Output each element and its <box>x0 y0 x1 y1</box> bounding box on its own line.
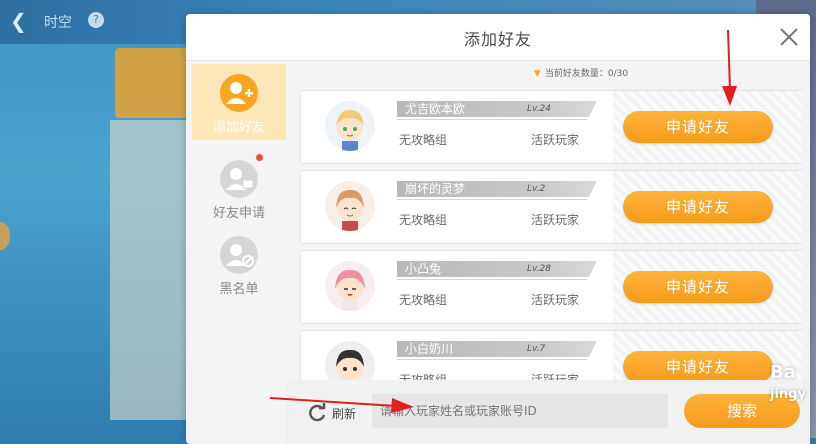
apply-friend-button[interactable]: 申请好友 <box>623 191 773 223</box>
player-name: 尤吉欧本欧 <box>405 102 466 116</box>
sidebar-item-add-friend[interactable]: 添加好友 <box>192 64 286 140</box>
sidebar-item-friend-requests[interactable]: 好友申请 <box>192 150 286 226</box>
annotation-arrow-down <box>722 29 737 106</box>
name-banner: 尤吉欧本欧 Lv.24 <box>397 101 597 117</box>
watermark-logo: Ba jingy <box>770 362 806 402</box>
chevron-down-icon: ▼ <box>533 69 541 79</box>
list-item: 小凸兔 Lv.28 无攻略组 活跃玩家 申请好友 <box>300 250 802 324</box>
player-level: Lv.28 <box>527 264 551 274</box>
divider <box>397 119 587 120</box>
back-arrow-icon: ❮ <box>10 9 27 33</box>
name-banner: 崩坏的灵梦 Lv.2 <box>397 181 597 197</box>
background-panel <box>115 48 195 118</box>
name-banner: 小白奶川 Lv.7 <box>397 341 597 357</box>
list-item: 小白奶川 Lv.7 无攻略组 活跃玩家 申请好友 <box>300 330 802 386</box>
player-group: 无攻略组 <box>399 133 448 147</box>
friend-list[interactable]: 尤吉欧本欧 Lv.24 无攻略组 活跃玩家 申请好友 崩坏的灵梦 Lv.2 无攻… <box>300 86 802 386</box>
divider <box>397 279 587 280</box>
avatar <box>325 101 375 151</box>
sidebar-item-blacklist[interactable]: 黑名单 <box>192 226 286 302</box>
avatar <box>325 181 375 231</box>
background-title: 时空 <box>44 15 72 31</box>
apply-friend-button[interactable]: 申请好友 <box>623 351 773 383</box>
player-status: 活跃玩家 <box>531 133 580 147</box>
player-status: 活跃玩家 <box>531 213 580 227</box>
divider <box>397 199 587 200</box>
sidebar-item-label: 好友申请 <box>212 206 265 221</box>
help-icon: ? <box>88 12 104 28</box>
sidebar-item-label: 黑名单 <box>219 282 259 297</box>
player-group: 无攻略组 <box>399 213 448 227</box>
player-level: Lv.7 <box>527 344 546 354</box>
friend-count-text: 当前好友数量：0/30 <box>544 69 629 79</box>
player-level: Lv.2 <box>527 184 546 194</box>
player-name: 崩坏的灵梦 <box>405 182 466 196</box>
annotation-arrow-right <box>269 397 414 413</box>
notification-badge <box>256 154 263 161</box>
close-icon[interactable] <box>776 24 802 50</box>
friend-count: ▼ 当前好友数量：0/30 <box>486 66 676 79</box>
name-banner: 小凸兔 Lv.28 <box>397 261 597 277</box>
apply-friend-button[interactable]: 申请好友 <box>623 111 773 143</box>
player-name: 小白奶川 <box>405 342 454 356</box>
friend-request-icon <box>220 160 258 198</box>
add-user-icon <box>220 74 258 112</box>
blacklist-icon <box>220 236 258 274</box>
avatar <box>325 261 375 311</box>
player-status: 活跃玩家 <box>531 293 580 307</box>
player-group: 无攻略组 <box>399 293 448 307</box>
player-name: 小凸兔 <box>405 262 442 276</box>
list-item: 崩坏的灵梦 Lv.2 无攻略组 活跃玩家 申请好友 <box>300 170 802 244</box>
divider <box>397 359 587 360</box>
sidebar: 添加好友 好友申请 黑名单 <box>192 64 286 444</box>
sidebar-item-label: 添加好友 <box>212 120 265 135</box>
apply-friend-button[interactable]: 申请好友 <box>623 271 773 303</box>
player-level: Lv.24 <box>527 104 551 114</box>
